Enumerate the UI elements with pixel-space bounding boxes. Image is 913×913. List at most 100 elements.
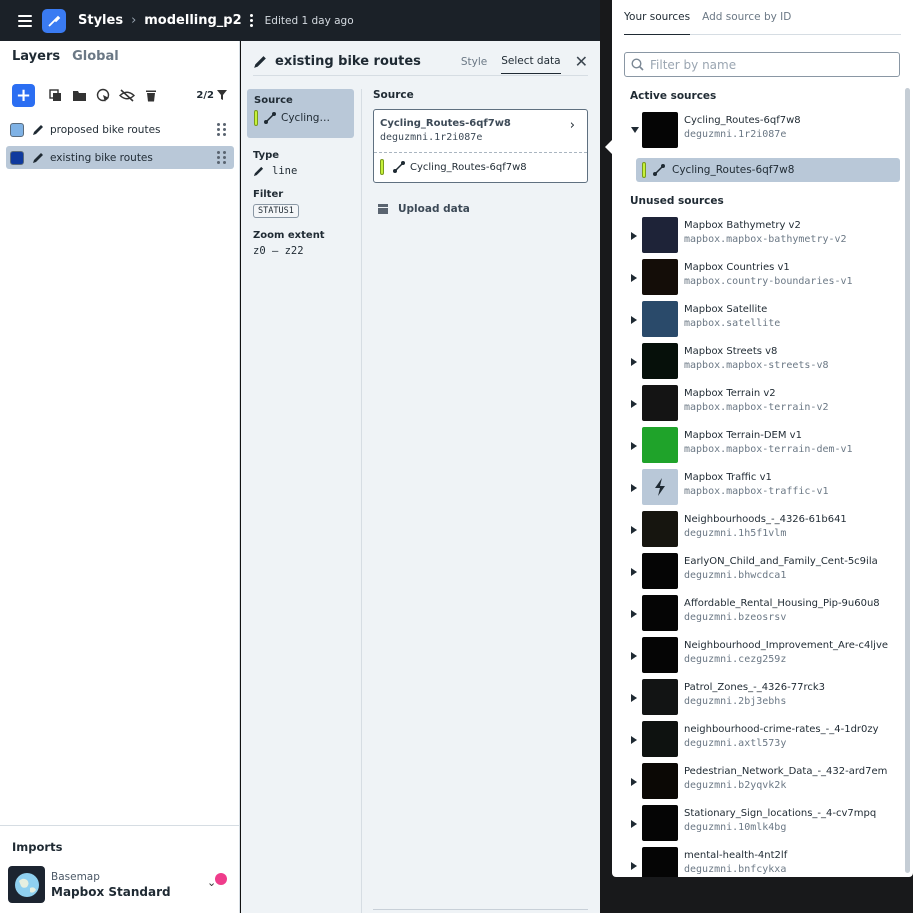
- source-thumbnail: [642, 385, 678, 421]
- filter-badge: STATUS1: [253, 204, 299, 218]
- property-value: line: [272, 165, 298, 177]
- expand-icon[interactable]: [631, 568, 637, 576]
- line-layer-icon: [254, 55, 266, 68]
- drag-handle-icon[interactable]: [217, 151, 226, 164]
- basemap-name: Mapbox Standard: [51, 884, 171, 899]
- filter-input-box[interactable]: [624, 52, 900, 77]
- source-id: mapbox.mapbox-terrain-dem-v1: [684, 444, 853, 455]
- add-layer-button[interactable]: +: [12, 83, 35, 107]
- notification-dot: [215, 873, 227, 885]
- source-row[interactable]: mental-health-4nt2lf deguzmni.bnfcykxa: [628, 845, 898, 877]
- collapse-icon[interactable]: [631, 127, 639, 133]
- expand-icon[interactable]: [631, 652, 637, 660]
- source-row[interactable]: Mapbox Terrain v2 mapbox.mapbox-terrain-v…: [628, 383, 898, 425]
- source-row[interactable]: Mapbox Satellite mapbox.satellite: [628, 299, 898, 341]
- expand-icon[interactable]: [631, 694, 637, 702]
- tab-global[interactable]: Global: [72, 49, 119, 71]
- layer-row-existing[interactable]: existing bike routes: [6, 146, 234, 169]
- expand-icon[interactable]: [631, 736, 637, 744]
- expand-icon[interactable]: [631, 232, 637, 240]
- property-zoom[interactable]: Zoom extent z0 – z22: [247, 230, 354, 257]
- source-row[interactable]: Mapbox Traffic v1 mapbox.mapbox-traffic-v…: [628, 467, 898, 509]
- divider: [253, 75, 588, 76]
- source-id: mapbox.mapbox-bathymetry-v2: [684, 234, 847, 245]
- expand-icon[interactable]: [631, 526, 637, 534]
- menu-icon[interactable]: [18, 14, 32, 27]
- source-row[interactable]: Mapbox Countries v1 mapbox.country-bounda…: [628, 257, 898, 299]
- source-layer-item[interactable]: Cycling_Routes-6qf7w8: [380, 159, 527, 175]
- source-thumbnail: [642, 217, 678, 253]
- source-name: Stationary_Sign_locations_-_4-cv7mpq: [684, 808, 877, 819]
- source-id: deguzmni.bhwcdca1: [684, 570, 787, 581]
- expand-icon[interactable]: [631, 400, 637, 408]
- expand-icon[interactable]: [631, 442, 637, 450]
- expand-icon[interactable]: [631, 358, 637, 366]
- source-thumbnail: [642, 595, 678, 631]
- source-row[interactable]: Stationary_Sign_locations_-_4-cv7mpq degu…: [628, 803, 898, 845]
- source-row-active[interactable]: Cycling_Routes-6qf7w8 deguzmni.1r2i087e: [628, 110, 898, 152]
- tab-add-source-by-id[interactable]: Add source by ID: [702, 11, 791, 23]
- tab-style[interactable]: Style: [461, 56, 487, 68]
- search-icon: [631, 58, 644, 71]
- layer-count[interactable]: 2/2: [196, 90, 227, 101]
- style-options-icon[interactable]: [249, 14, 253, 27]
- layer-editor-panel: existing bike routes Style Select data ✕…: [241, 41, 600, 913]
- imports-section: Imports Basemap Mapbox Standard ⌄: [0, 825, 239, 913]
- layer-color-swatch: [10, 150, 24, 165]
- source-id: deguzmni.bzeosrsv: [684, 612, 787, 623]
- source-thumbnail: [642, 553, 678, 589]
- source-row[interactable]: Mapbox Terrain-DEM v1 mapbox.mapbox-terra…: [628, 425, 898, 467]
- source-color-bar: [380, 159, 384, 175]
- style-name[interactable]: modelling_p2: [144, 13, 241, 28]
- filter-input[interactable]: [650, 57, 870, 72]
- layer-name: existing bike routes: [50, 151, 153, 164]
- source-row[interactable]: Mapbox Streets v8 mapbox.mapbox-streets-v…: [628, 341, 898, 383]
- line-layer-icon: [32, 151, 46, 165]
- expand-icon[interactable]: [631, 820, 637, 828]
- basemap-import[interactable]: Basemap Mapbox Standard: [8, 866, 171, 903]
- close-icon[interactable]: ✕: [575, 52, 588, 71]
- folder-icon[interactable]: [71, 87, 87, 103]
- source-name: Mapbox Traffic v1: [684, 472, 772, 483]
- property-type[interactable]: Type line: [247, 150, 354, 177]
- upload-data-button[interactable]: Upload data: [373, 203, 588, 215]
- duplicate-icon[interactable]: [47, 87, 63, 103]
- property-filter[interactable]: Filter STATUS1: [247, 189, 354, 218]
- source-row[interactable]: Affordable_Rental_Housing_Pip-9u60u8 degu…: [628, 593, 898, 635]
- select-tool-icon[interactable]: [95, 87, 111, 103]
- source-name: Mapbox Terrain-DEM v1: [684, 430, 802, 441]
- source-row[interactable]: Mapbox Bathymetry v2 mapbox.mapbox-bathym…: [628, 215, 898, 257]
- expand-icon[interactable]: [631, 316, 637, 324]
- property-source[interactable]: Source Cycling…: [247, 89, 354, 138]
- layer-row-proposed[interactable]: proposed bike routes: [6, 118, 234, 141]
- expand-icon[interactable]: [631, 274, 637, 282]
- source-row[interactable]: Patrol_Zones_-_4326-77rck3 deguzmni.2bj3e…: [628, 677, 898, 719]
- chevron-right-icon[interactable]: ›: [570, 118, 575, 133]
- breadcrumb-styles[interactable]: Styles: [78, 13, 123, 28]
- source-id: deguzmni.1h5f1vlm: [684, 528, 787, 539]
- scrollbar[interactable]: [905, 88, 910, 873]
- tab-layers[interactable]: Layers: [12, 49, 60, 71]
- studio-logo-icon[interactable]: [42, 8, 66, 33]
- source-row[interactable]: Neighbourhood_Improvement_Are-c4ljve degu…: [628, 635, 898, 677]
- expand-icon[interactable]: [631, 862, 637, 870]
- delete-icon[interactable]: [143, 87, 159, 103]
- active-source-layer[interactable]: Cycling_Routes-6qf7w8: [636, 158, 900, 182]
- globe-icon: [8, 866, 45, 903]
- source-id: deguzmni.2bj3ebhs: [684, 696, 787, 707]
- expand-icon[interactable]: [631, 610, 637, 618]
- tab-select-data[interactable]: Select data: [501, 55, 561, 74]
- source-row[interactable]: EarlyON_Child_and_Family_Cent-5c9ila degu…: [628, 551, 898, 593]
- source-row[interactable]: neighbourhood-crime-rates_-_4-1dr0zy degu…: [628, 719, 898, 761]
- selected-source-card[interactable]: Cycling_Routes-6qf7w8 deguzmni.1r2i087e …: [373, 109, 588, 183]
- source-row[interactable]: Neighbourhoods_-_4326-61b641 deguzmni.1h5…: [628, 509, 898, 551]
- expand-icon[interactable]: [631, 778, 637, 786]
- drag-handle-icon[interactable]: [217, 123, 226, 136]
- source-row[interactable]: Pedestrian_Network_Data_-_432-ard7em degu…: [628, 761, 898, 803]
- tab-your-sources[interactable]: Your sources: [624, 0, 691, 35]
- source-id: mapbox.mapbox-streets-v8: [684, 360, 829, 371]
- route-icon: [653, 164, 665, 176]
- imports-title: Imports: [12, 840, 63, 854]
- expand-icon[interactable]: [631, 484, 637, 492]
- hide-icon[interactable]: [119, 87, 135, 103]
